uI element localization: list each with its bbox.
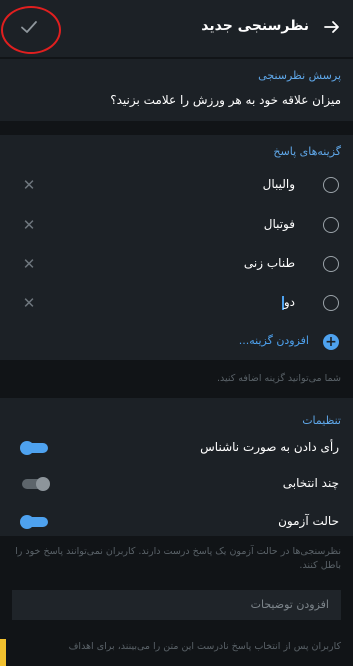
- quiz-mode-toggle[interactable]: [20, 515, 48, 529]
- settings-section-title: تنظیمات: [302, 414, 341, 427]
- setting-label: حالت آزمون: [278, 514, 339, 528]
- answer-option: ✕ والیبال: [0, 167, 353, 205]
- multiple-choice-toggle[interactable]: [22, 477, 50, 491]
- settings-section: تنظیمات رأی دادن به صورت ناشناس چند انتخ…: [0, 398, 353, 536]
- answer-option: ✕ دو: [0, 285, 353, 323]
- question-section-title: پرسش نظرسنجی: [258, 69, 341, 82]
- anonymous-toggle[interactable]: [20, 441, 48, 455]
- answers-section: گزینه‌های پاسخ ✕ والیبال ✕ فوتبال ✕ طناب…: [0, 135, 353, 360]
- arrow-right-icon[interactable]: [323, 18, 341, 36]
- edge-indicator: [0, 639, 6, 666]
- answers-hint: شما می‌توانید گزینه اضافه کنید.: [217, 373, 341, 384]
- remove-option-icon[interactable]: ✕: [22, 296, 36, 311]
- highlight-circle: [1, 6, 61, 54]
- remove-option-icon[interactable]: ✕: [22, 178, 36, 193]
- correct-answer-radio[interactable]: [323, 256, 339, 272]
- option-input-active[interactable]: دو: [280, 295, 295, 310]
- option-input[interactable]: طناب زنی: [244, 256, 295, 270]
- setting-label: رأی دادن به صورت ناشناس: [200, 440, 339, 454]
- toggle-knob: [36, 477, 50, 491]
- answer-option: ✕ فوتبال: [0, 207, 353, 245]
- toggle-knob: [20, 515, 34, 529]
- explanation-placeholder: افزودن توضیحات: [250, 598, 329, 611]
- setting-label: چند انتخابی: [282, 476, 339, 490]
- question-section: پرسش نظرسنجی میزان علاقه خود به هر ورزش …: [0, 59, 353, 121]
- header-bar: نظرسنجی جدید: [0, 0, 353, 57]
- add-option-button[interactable]: + افزودن گزینه...: [0, 328, 353, 356]
- option-input[interactable]: والیبال: [263, 177, 295, 191]
- correct-answer-radio[interactable]: [323, 217, 339, 233]
- correct-answer-radio[interactable]: [323, 295, 339, 311]
- explanation-input[interactable]: افزودن توضیحات: [12, 590, 341, 620]
- remove-option-icon[interactable]: ✕: [22, 218, 36, 233]
- answers-section-title: گزینه‌های پاسخ: [273, 145, 341, 158]
- option-text: دو: [283, 295, 295, 309]
- question-input[interactable]: میزان علاقه خود به هر ورزش را علامت بزنی…: [110, 93, 341, 107]
- option-input[interactable]: فوتبال: [264, 217, 295, 231]
- page-title: نظرسنجی جدید: [201, 18, 309, 34]
- correct-answer-radio[interactable]: [323, 177, 339, 193]
- toggle-knob: [20, 441, 34, 455]
- answer-option: ✕ طناب زنی: [0, 246, 353, 284]
- setting-anonymous[interactable]: رأی دادن به صورت ناشناس: [0, 432, 353, 464]
- plus-icon: +: [323, 334, 339, 350]
- explanation-hint: کاربران پس از انتخاب پاسخ نادرست این متن…: [68, 641, 341, 652]
- setting-quiz-mode[interactable]: حالت آزمون: [0, 506, 353, 538]
- add-option-label: افزودن گزینه...: [238, 334, 309, 347]
- quiz-hint: نظرسنجی‌ها در حالت آزمون یک پاسخ درست دا…: [15, 546, 341, 571]
- setting-multiple-choice[interactable]: چند انتخابی: [0, 468, 353, 500]
- remove-option-icon[interactable]: ✕: [22, 257, 36, 272]
